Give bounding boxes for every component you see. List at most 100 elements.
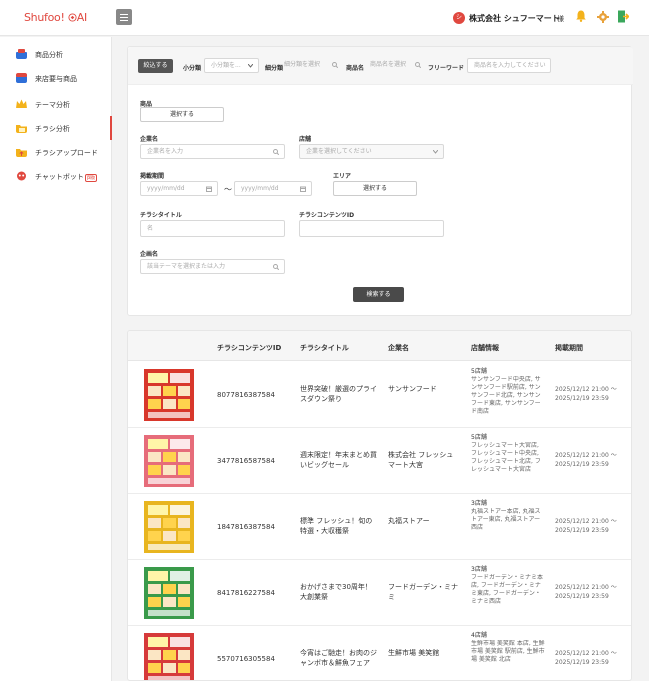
bell-icon[interactable] (576, 10, 586, 22)
calendar-icon (206, 186, 212, 192)
content-id-input[interactable] (299, 220, 444, 237)
sidebar-item-label: テーマ分析 (35, 101, 70, 109)
filter-tab-button[interactable]: 絞込する (138, 59, 173, 73)
store-label: 店舗 (299, 136, 312, 143)
period-to-cell: 2025/12/19 23:59 (555, 527, 609, 534)
flyer-image (144, 435, 194, 487)
store-detail-cell: 丸福ストアー本店, 丸福ストアー東店, 丸福ストアー西店 (471, 508, 541, 531)
date-to-input[interactable]: yyyy/mm/dd (234, 181, 312, 196)
search-button[interactable]: 検索する (353, 287, 404, 302)
search-icon (332, 62, 338, 68)
period-from-cell: 2025/12/12 21:00 〜 (555, 650, 617, 657)
theme-label: 企画名 (140, 251, 159, 258)
sidebar-item-flyer-upload[interactable]: チラシアップロード (0, 140, 112, 164)
subcategory-label: 小分類 (183, 65, 202, 72)
app-logo[interactable]: Shufoo! AI (24, 11, 87, 24)
table-row[interactable]: 3477816587584 週末限定！年末まとめ買いビッグセール 株式会社 フレッシ… (128, 428, 631, 494)
table-row[interactable]: 5570716305584 今宵はご馳走！お肉のジャンボ市＆鮮魚フェア 生鮮市場 美… (128, 626, 631, 680)
period-to-cell: 2025/12/19 23:59 (555, 659, 609, 666)
period-from-cell: 2025/12/12 21:00 〜 (555, 584, 617, 591)
column-header-period: 掲載期間 (555, 344, 583, 352)
flyer-title-placeholder: 名 (147, 225, 154, 232)
crown-icon (16, 99, 27, 108)
store-count-cell: 5店舗 (471, 368, 487, 375)
product-analysis-icon (16, 49, 27, 59)
store-count-cell: 3店舗 (471, 566, 487, 573)
detail-category-select[interactable]: 細分類を選択 (282, 59, 340, 72)
beta-badge: β版 (84, 174, 98, 182)
logo-text: Shufoo! (24, 11, 65, 24)
store-icon (16, 73, 27, 83)
column-header-company: 企業名 (388, 344, 409, 352)
sidebar-item-store-products[interactable]: 来店要与商品 (0, 66, 112, 90)
company-name: 株式会社 シュフーマート (469, 14, 560, 23)
content-id-label: チラシコンテンツID (299, 212, 355, 219)
sidebar: 商品分析 来店要与商品 テーマ分析 チラシ分析 チラシアップロード チャットボッ… (0, 37, 112, 681)
sidebar-item-label: チラシアップロード (35, 149, 98, 157)
flyer-thumbnail[interactable] (134, 565, 204, 621)
subcategory-select[interactable]: 小分類を... (204, 58, 259, 73)
product-name-placeholder: 商品名を選択 (370, 61, 407, 68)
store-placeholder: 企業を選択してください (306, 148, 372, 155)
period-label: 掲載期間 (140, 173, 165, 180)
product-name-label: 商品名 (346, 65, 365, 72)
store-count-cell: 4店舗 (471, 632, 487, 639)
search-icon (273, 149, 279, 155)
company-avatar[interactable]: シ (453, 12, 465, 24)
product-name-select[interactable]: 商品名を選択 (368, 59, 423, 72)
chatbot-icon (17, 171, 26, 181)
column-header-title: チラシタイトル (300, 344, 349, 352)
flyer-image (144, 633, 194, 680)
flyer-thumbnail[interactable] (134, 433, 204, 489)
freeword-input[interactable]: 商品名を入力してください (467, 58, 551, 73)
logout-icon[interactable] (617, 10, 629, 23)
menu-toggle-button[interactable] (116, 9, 132, 25)
content-id-cell: 8417816227584 (217, 589, 275, 597)
sidebar-item-flyer-analysis[interactable]: チラシ分析 (0, 116, 112, 140)
sidebar-item-product-analysis[interactable]: 商品分析 (0, 42, 112, 66)
theme-input[interactable]: 該当テーマを選択または入力 (140, 259, 285, 274)
honorific-text: 様 (557, 15, 564, 23)
company-cell: サンサンフード (388, 385, 437, 393)
title-cell: 標準 フレッシュ！旬の特選・大収穫祭 (300, 517, 373, 535)
logo-ai-text: AI (76, 11, 87, 24)
store-select[interactable]: 企業を選択してください (299, 144, 444, 159)
area-select-button[interactable]: 選択する (333, 181, 417, 196)
table-row[interactable]: 1847816387584 標準 フレッシュ！旬の特選・大収穫祭 丸福ストアー 3店舗… (128, 494, 631, 560)
gear-icon[interactable] (597, 11, 609, 23)
company-cell: 生鮮市場 美笑館 (388, 649, 440, 657)
period-separator: 〜 (224, 185, 232, 194)
flyer-thumbnail[interactable] (134, 631, 204, 680)
sidebar-item-chatbot[interactable]: チャットボット β版 (0, 164, 112, 188)
freeword-placeholder: 商品名を入力してください (474, 62, 546, 69)
sidebar-item-label: チラシ分析 (35, 125, 70, 133)
flyer-upload-icon (16, 149, 27, 157)
period-to-cell: 2025/12/19 23:59 (555, 395, 609, 402)
title-cell: 世界突破！厳選のプライスダウン祭り (300, 385, 377, 403)
content-id-cell: 3477816587584 (217, 457, 275, 465)
chevron-down-icon (433, 150, 438, 154)
flyer-title-input[interactable]: 名 (140, 220, 285, 237)
logo-mark-icon (68, 13, 77, 22)
sidebar-item-theme-analysis[interactable]: テーマ分析 (0, 92, 112, 116)
table-row[interactable]: 8077816387584 世界突破！厳選のプライスダウン祭り サンサンフード 5店舗… (128, 362, 631, 428)
column-header-content-id: チラシコンテンツID (217, 344, 282, 352)
title-cell: おかげさまで30周年！大創業祭 (300, 583, 372, 601)
flyer-thumbnail[interactable] (134, 367, 204, 423)
company-input[interactable]: 企業名を入力 (140, 144, 285, 159)
period-to-cell: 2025/12/19 23:59 (555, 593, 609, 600)
date-from-input[interactable]: yyyy/mm/dd (140, 181, 218, 196)
content-id-cell: 8077816387584 (217, 391, 275, 399)
chatbot-label: チャットボット (35, 173, 84, 181)
date-from-placeholder: yyyy/mm/dd (147, 185, 185, 192)
flyer-image (144, 369, 194, 421)
table-row[interactable]: 8417816227584 おかげさまで30周年！大創業祭 フードガーデン・ミナミ 3… (128, 560, 631, 626)
product-select-button[interactable]: 選択する (140, 107, 224, 122)
flyer-thumbnail[interactable] (134, 499, 204, 555)
area-label: エリア (333, 173, 352, 180)
store-detail-cell: 生鮮市場 美笑館 本店, 生鮮市場 美笑館 駅前店, 生鮮市場 美笑館 北店 (471, 640, 545, 663)
table-header: チラシコンテンツID チラシタイトル 企業名 店舗情報 掲載期間 (128, 331, 631, 361)
top-bar: Shufoo! AI シ 株式会社 シュフーマート 様 (0, 0, 649, 36)
content-id-cell: 1847816387584 (217, 523, 275, 531)
company-placeholder: 企業名を入力 (147, 148, 184, 155)
